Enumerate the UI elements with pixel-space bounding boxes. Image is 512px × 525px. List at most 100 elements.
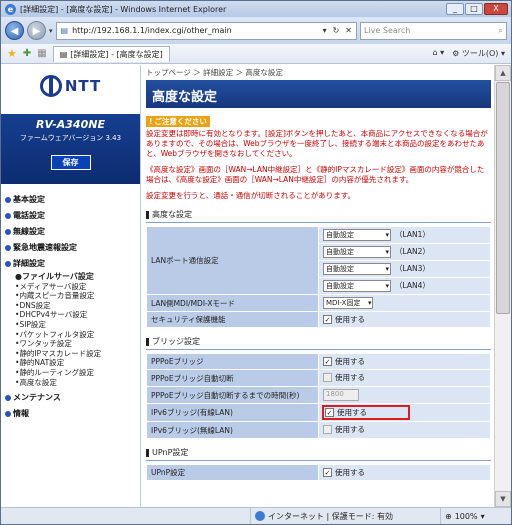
ipv6-wired-label: IPv6ブリッジ(有線LAN)	[146, 403, 319, 422]
upnp-checkbox[interactable]: ✓ 使用する	[323, 467, 365, 478]
maximize-button[interactable]: □	[465, 3, 483, 15]
close-button[interactable]: X	[484, 3, 508, 15]
zone-text: インターネット | 保護モード: 有効	[268, 511, 394, 521]
pppoe-bridge-checkbox[interactable]: ✓ 使用する	[323, 356, 365, 367]
search-icon[interactable]: ⌕	[499, 26, 503, 36]
add-favorite-icon[interactable]: ✚	[23, 48, 31, 59]
lan3-label: （LAN3）	[395, 264, 430, 273]
ipv6-wireless-label: IPv6ブリッジ(無線LAN)	[146, 421, 319, 439]
home-icon[interactable]: ⌂ ▾	[433, 48, 445, 59]
section-bridge: ブリッジ設定 PPPoEブリッジ ✓ 使用する PPPoEブリッジ自動切断 使用する …	[146, 334, 491, 439]
ipv6-wireless-checkbox[interactable]: 使用する	[323, 424, 365, 435]
submenu-ipmasq[interactable]: •静的IPマスカレード設定	[5, 349, 140, 359]
notice-title: ご注意ください	[154, 116, 207, 126]
mdi-select[interactable]: MDI-X固定	[323, 297, 374, 309]
submenu-mediaserver[interactable]: •メディアサーバ設定	[5, 282, 140, 292]
pppoe-timeout-label: PPPoEブリッジ自動切断するまでの時間(秒)	[146, 386, 319, 404]
notice-text-1: 設定変更は即時に有効となります。[設定]ボタンを押したあと、本商品にアクセスでき…	[146, 129, 488, 158]
submenu-fileserver[interactable]: ●ファイルサーバ設定	[5, 272, 140, 282]
lan3-select[interactable]: 自動設定	[323, 263, 391, 275]
main-panel: トップページ ＞ 詳細設定 ＞ 高度な設定 高度な設定 ! ご注意ください 設定変…	[141, 65, 511, 507]
bullet-icon	[5, 196, 11, 203]
search-placeholder: Live Search	[364, 26, 411, 35]
submenu-onetouch[interactable]: •ワンタッチ設定	[5, 339, 140, 349]
notice-text-3: 設定変更を行うと、通話・通信が切断されることがあります。	[146, 191, 355, 200]
menu-advanced[interactable]: 詳細設定	[5, 258, 140, 269]
stop-icon[interactable]: ✕	[345, 26, 352, 35]
save-button[interactable]: 保存	[50, 155, 91, 170]
bullet-icon	[5, 212, 11, 219]
lan4-label: （LAN4）	[395, 281, 430, 290]
menu-basic[interactable]: 基本設定	[5, 194, 140, 205]
menu-earthquake[interactable]: 緊急地震速報設定	[5, 242, 140, 253]
section-advanced: 高度な設定 LANポート通信設定 自動設定 （LAN1） 自動設定 （LAN2） 自…	[146, 207, 491, 328]
menu-wireless[interactable]: 無線設定	[5, 226, 140, 237]
globe-icon	[255, 511, 265, 521]
tools-menu[interactable]: ⚙ ツール(O) ▾	[452, 48, 505, 59]
lan2-select[interactable]: 自動設定	[323, 246, 391, 258]
browser-window: e [詳細設定] - [高度な設定] - Windows Internet Ex…	[0, 0, 512, 525]
model-panel: RV-A340NE ファームウェアバージョン 3.43 保存	[1, 114, 140, 184]
mdi-label: LAN側MDI/MDI-Xモード	[146, 294, 319, 312]
search-input[interactable]: Live Search ⌕	[360, 21, 507, 40]
sidebar: NTT RV-A340NE ファームウェアバージョン 3.43 保存 基本設定 …	[1, 65, 141, 507]
submenu-nat[interactable]: •静的NAT設定	[5, 358, 140, 368]
dropdown-icon[interactable]: ▾	[323, 26, 327, 35]
submenu-filter[interactable]: •パケットフィルタ設定	[5, 330, 140, 340]
ntt-logo: NTT	[1, 70, 140, 102]
scroll-up-icon[interactable]: ▲	[495, 65, 511, 81]
submenu-speaker[interactable]: •内蔵スピーカ音量設定	[5, 291, 140, 301]
refresh-icon[interactable]: ↻	[333, 26, 340, 35]
pppoe-bridge-label: PPPoEブリッジ	[146, 353, 319, 370]
bullet-icon	[5, 260, 11, 267]
zoom-control[interactable]: ⊕ 100% ▾	[441, 508, 489, 524]
bullet-icon	[5, 410, 11, 417]
favorites-bar: ★ ✚ ▦ ▤ [詳細設定] - [高度な設定] ⌂ ▾ ⚙ ツール(O) ▾	[1, 44, 511, 64]
lan1-select[interactable]: 自動設定	[323, 229, 391, 241]
tab-grid-icon[interactable]: ▦	[37, 48, 46, 59]
ipv6-wired-checkbox[interactable]: ✓ 使用する	[322, 405, 410, 420]
submenu-routing[interactable]: •静的ルーティング設定	[5, 368, 140, 378]
lan2-label: （LAN2）	[395, 247, 430, 256]
zoom-icon: ⊕	[445, 511, 452, 521]
security-checkbox[interactable]: ✓ 使用する	[323, 314, 365, 325]
ie-icon: e	[5, 3, 16, 15]
favorites-star-icon[interactable]: ★	[7, 47, 17, 60]
lan4-select[interactable]: 自動設定	[323, 280, 391, 292]
ntt-logo-mark-icon	[39, 75, 62, 97]
submenu-dhcp[interactable]: •DHCPv4サーバ設定	[5, 310, 140, 320]
menu-phone[interactable]: 電話設定	[5, 210, 140, 221]
history-dropdown-icon[interactable]: ▾	[49, 27, 53, 35]
tab-page-icon: ▤	[59, 49, 68, 59]
window-title: [詳細設定] - [高度な設定] - Windows Internet Expl…	[20, 4, 227, 14]
submenu-dns[interactable]: •DNS設定	[5, 301, 140, 311]
notice-header: ! ご注意ください	[146, 116, 210, 127]
browser-tab[interactable]: ▤ [詳細設定] - [高度な設定]	[52, 45, 170, 62]
section-title: UPnP設定	[152, 448, 189, 457]
minimize-button[interactable]: _	[446, 3, 464, 15]
zoom-level: 100%	[454, 511, 478, 521]
vertical-scrollbar[interactable]: ▲ ▼	[494, 65, 511, 507]
pppoe-timeout-input[interactable]: 1800	[323, 389, 359, 401]
forward-button[interactable]: ▶	[27, 21, 46, 40]
scroll-thumb[interactable]	[496, 82, 510, 314]
back-button[interactable]: ◀	[5, 21, 24, 40]
scroll-down-icon[interactable]: ▼	[495, 491, 511, 507]
bullet-icon	[5, 244, 11, 251]
breadcrumb: トップページ ＞ 詳細設定 ＞ 高度な設定	[146, 68, 283, 77]
section-header: UPnP設定	[146, 445, 491, 461]
menu-maintenance[interactable]: メンテナンス	[5, 392, 140, 403]
side-menu: 基本設定 電話設定 無線設定 緊急地震速報設定 詳細設定 ●ファイルサーバ設定 …	[1, 194, 140, 419]
submenu-sip[interactable]: •SIP設定	[5, 320, 140, 330]
advanced-table: LANポート通信設定 自動設定 （LAN1） 自動設定 （LAN2） 自動設定 （LA…	[146, 226, 491, 328]
pppoe-autocut-checkbox[interactable]: 使用する	[323, 372, 365, 383]
upnp-table: UPnP設定 ✓ 使用する	[146, 464, 491, 481]
submenu-advanced[interactable]: •高度な設定	[5, 378, 140, 388]
section-header: 高度な設定	[146, 207, 491, 223]
menu-info[interactable]: 情報	[5, 408, 140, 419]
zone-indicator: インターネット | 保護モード: 有効	[251, 508, 441, 524]
logo-text: NTT	[64, 77, 102, 95]
lan1-label: （LAN1）	[395, 230, 430, 239]
url-field[interactable]: ▤ http://192.168.1.1/index.cgi/other_mai…	[55, 21, 357, 40]
zoom-dropdown-icon[interactable]: ▾	[481, 512, 485, 521]
